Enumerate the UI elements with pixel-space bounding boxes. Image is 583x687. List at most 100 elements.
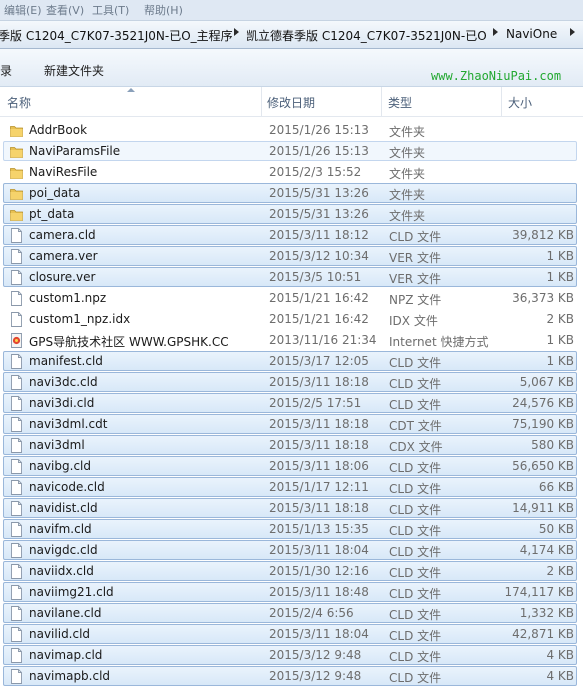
column-divider[interactable] [381, 87, 382, 116]
file-date: 2015/1/17 12:11 [269, 480, 369, 494]
breadcrumb-item-spring-edition[interactable]: 凯立德春季版 C1204_C7K07-3521J0N-已O [246, 27, 487, 44]
file-size: 2 KB [546, 312, 574, 326]
file-name: camera.cld [29, 228, 96, 242]
column-divider[interactable] [501, 87, 502, 116]
file-size: 75,190 KB [512, 417, 574, 431]
file-date: 2015/2/5 17:51 [269, 396, 362, 410]
file-row[interactable]: navifm.cld 2015/1/13 15:35 CLD 文件 50 KB [3, 519, 577, 539]
file-type: VER 文件 [389, 272, 441, 286]
file-row[interactable]: custom1.npz 2015/1/21 16:42 NPZ 文件 36,373 K… [3, 288, 577, 308]
folder-icon [10, 165, 23, 180]
file-row[interactable]: manifest.cld 2015/3/17 12:05 CLD 文件 1 KB [3, 351, 577, 371]
file-icon [10, 522, 23, 537]
file-icon [10, 375, 23, 390]
file-row[interactable]: navilid.cld 2015/3/11 18:04 CLD 文件 42,871 K… [3, 624, 577, 644]
file-date: 2015/1/13 15:35 [269, 522, 369, 536]
file-row[interactable]: camera.cld 2015/3/11 18:12 CLD 文件 39,812 KB [3, 225, 577, 245]
file-row[interactable]: pt_data 2015/5/31 13:26 文件夹 [3, 204, 577, 224]
file-date: 2015/1/21 16:42 [269, 312, 369, 326]
breadcrumb-item-main-program[interactable]: 季版 C1204_C7K07-3521J0N-已O_主程序 [0, 27, 233, 44]
file-type: Internet 快捷方式 [389, 335, 489, 349]
file-row[interactable]: navimapb.cld 2015/3/12 9:48 CLD 文件 4 KB [3, 666, 577, 686]
file-size: 39,812 KB [512, 228, 574, 242]
file-row[interactable]: navigdc.cld 2015/3/11 18:04 CLD 文件 4,174 KB [3, 540, 577, 560]
file-type: 文件夹 [389, 209, 426, 223]
breadcrumb-chevron-icon[interactable] [493, 28, 498, 36]
breadcrumb-item-navione[interactable]: NaviOne [506, 27, 557, 41]
file-name: navimap.cld [29, 648, 103, 662]
new-folder-button[interactable]: 新建文件夹 [44, 62, 104, 79]
file-type: IDX 文件 [389, 314, 438, 328]
column-divider[interactable] [261, 87, 262, 116]
file-size: 42,871 KB [512, 627, 574, 641]
folder-icon [10, 123, 23, 138]
menu-tools[interactable]: 工具(T) [92, 2, 129, 18]
column-type[interactable]: 类型 [388, 94, 412, 111]
file-type: CDX 文件 [389, 440, 443, 454]
file-row[interactable]: closure.ver 2015/3/5 10:51 VER 文件 1 KB [3, 267, 577, 287]
column-name[interactable]: 名称 [7, 94, 31, 111]
file-name: custom1.npz [29, 291, 107, 305]
column-date[interactable]: 修改日期 [267, 94, 315, 111]
file-icon [10, 249, 23, 264]
file-type: CLD 文件 [389, 461, 442, 475]
file-date: 2015/3/11 18:18 [269, 438, 369, 452]
file-name: naviidx.cld [29, 564, 94, 578]
menu-edit[interactable]: 编辑(E) [4, 2, 42, 18]
file-date: 2015/5/31 13:26 [269, 207, 369, 221]
file-name: navilid.cld [29, 627, 91, 641]
file-date: 2015/3/11 18:04 [269, 543, 369, 557]
file-size: 56,650 KB [512, 459, 574, 473]
file-type: VER 文件 [389, 251, 441, 265]
file-row[interactable]: navibg.cld 2015/3/11 18:06 CLD 文件 56,650 KB [3, 456, 577, 476]
file-name: navidist.cld [29, 501, 98, 515]
breadcrumb-chevron-icon[interactable] [234, 28, 239, 36]
file-row[interactable]: navi3dml 2015/3/11 18:18 CDX 文件 580 KB [3, 435, 577, 455]
file-row[interactable]: navi3dc.cld 2015/3/11 18:18 CLD 文件 5,067 KB [3, 372, 577, 392]
menu-view[interactable]: 查看(V) [46, 2, 84, 18]
file-row[interactable]: NaviParamsFile 2015/1/26 15:13 文件夹 [3, 141, 577, 161]
file-icon [10, 585, 23, 600]
include-in-library-button[interactable]: 录 [0, 62, 12, 79]
file-row[interactable]: naviimg21.cld 2015/3/11 18:48 CLD 文件 174,11… [3, 582, 577, 602]
file-name: closure.ver [29, 270, 96, 284]
file-row[interactable]: navi3dml.cdt 2015/3/11 18:18 CDT 文件 75,190 … [3, 414, 577, 434]
file-icon [10, 354, 23, 369]
file-icon [10, 270, 23, 285]
breadcrumb-chevron-icon[interactable] [570, 28, 575, 36]
file-row[interactable]: poi_data 2015/5/31 13:26 文件夹 [3, 183, 577, 203]
file-name: manifest.cld [29, 354, 103, 368]
file-row[interactable]: GPS导航技术社区 WWW.GPSHK.CC 2013/11/16 21:34 In… [3, 330, 577, 350]
file-size: 14,911 KB [512, 501, 574, 515]
file-size: 4 KB [546, 669, 574, 683]
folder-icon [10, 186, 23, 201]
file-type: 文件夹 [389, 125, 426, 139]
file-row[interactable]: navimap.cld 2015/3/12 9:48 CLD 文件 4 KB [3, 645, 577, 665]
file-type: CDT 文件 [389, 419, 442, 433]
file-name: camera.ver [29, 249, 98, 263]
file-row[interactable]: navilane.cld 2015/2/4 6:56 CLD 文件 1,332 KB [3, 603, 577, 623]
file-row[interactable]: naviidx.cld 2015/1/30 12:16 CLD 文件 2 KB [3, 561, 577, 581]
file-row[interactable]: navicode.cld 2015/1/17 12:11 CLD 文件 66 KB [3, 477, 577, 497]
file-row[interactable]: navi3di.cld 2015/2/5 17:51 CLD 文件 24,576 KB [3, 393, 577, 413]
file-name: navi3dml.cdt [29, 417, 108, 431]
file-name: pt_data [29, 207, 75, 221]
folder-icon [10, 207, 23, 222]
file-icon [10, 627, 23, 642]
file-name: navi3di.cld [29, 396, 95, 410]
file-row[interactable]: camera.ver 2015/3/12 10:34 VER 文件 1 KB [3, 246, 577, 266]
column-header: 名称 修改日期 类型 大小 [0, 87, 583, 117]
file-row[interactable]: custom1_npz.idx 2015/1/21 16:42 IDX 文件 2 KB [3, 309, 577, 329]
file-row[interactable]: navidist.cld 2015/3/11 18:18 CLD 文件 14,911 … [3, 498, 577, 518]
sort-up-icon [127, 88, 135, 92]
menu-help[interactable]: 帮助(H) [144, 2, 183, 18]
file-type: 文件夹 [389, 188, 426, 202]
address-bar[interactable]: 季版 C1204_C7K07-3521J0N-已O_主程序 凯立德春季版 C12… [0, 20, 583, 49]
file-name: navi3dml [29, 438, 85, 452]
file-type: NPZ 文件 [389, 293, 442, 307]
file-row[interactable]: AddrBook 2015/1/26 15:13 文件夹 [3, 120, 577, 140]
column-size[interactable]: 大小 [508, 94, 532, 111]
file-type: CLD 文件 [389, 377, 442, 391]
file-size: 1 KB [546, 354, 574, 368]
file-row[interactable]: NaviResFile 2015/2/3 15:52 文件夹 [3, 162, 577, 182]
